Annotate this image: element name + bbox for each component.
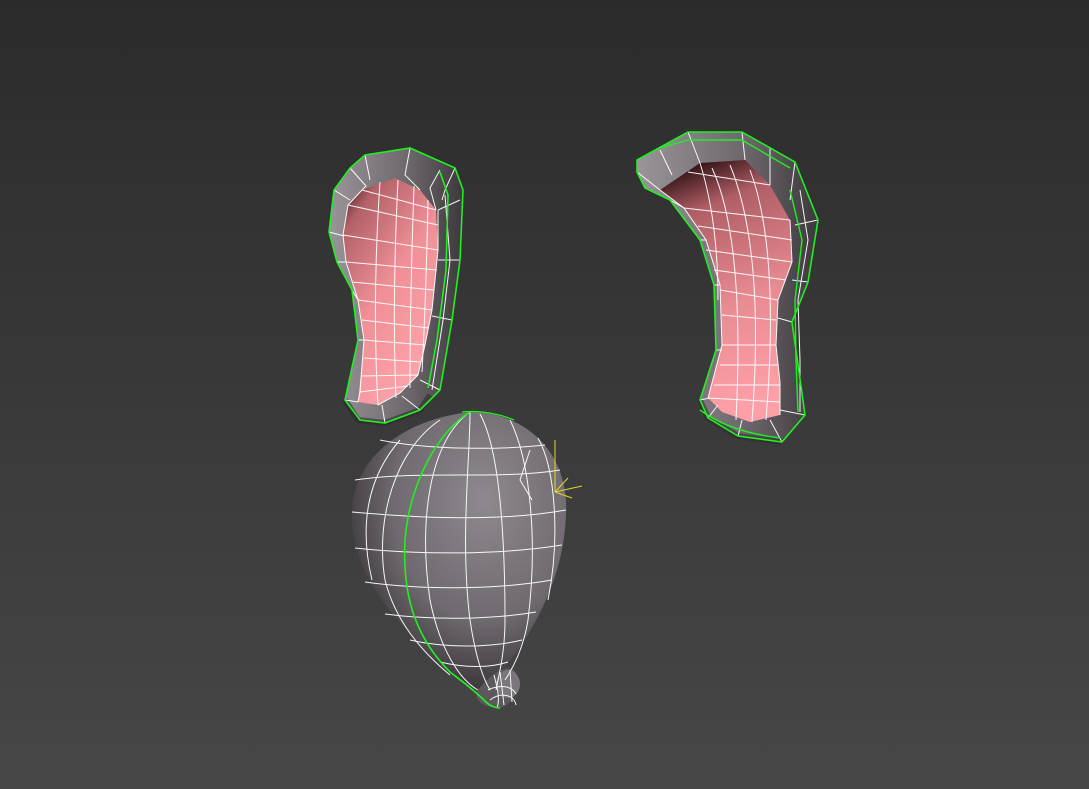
viewport-background bbox=[0, 0, 1089, 789]
3d-viewport[interactable] bbox=[0, 0, 1089, 789]
viewport-canvas[interactable] bbox=[0, 0, 1089, 789]
